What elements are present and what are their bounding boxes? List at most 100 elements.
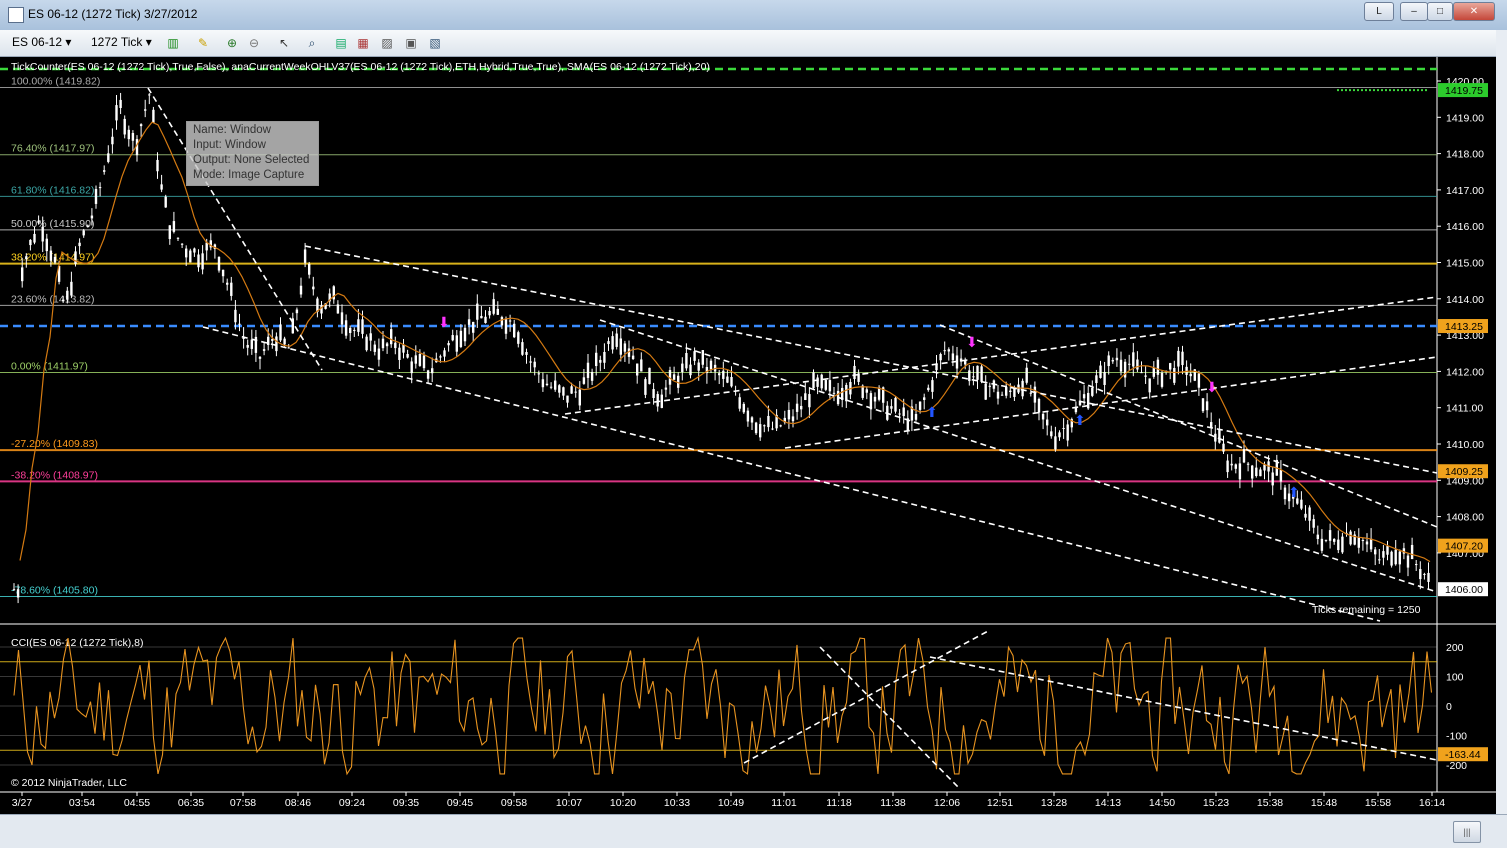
price-bar-body bbox=[45, 238, 48, 252]
fib-level-label: -27.20% (1409.83) bbox=[11, 438, 98, 450]
time-axis-label: 03:54 bbox=[69, 797, 95, 809]
price-bar-body bbox=[640, 359, 643, 372]
price-axis-label: 1411.00 bbox=[1446, 403, 1483, 415]
zoom-out-icon[interactable]: ⊖ bbox=[246, 35, 262, 51]
buy-signal-arrow: ⬆ bbox=[926, 404, 938, 420]
price-bar-body bbox=[570, 386, 573, 394]
time-axis-label: 12:51 bbox=[987, 797, 1013, 809]
price-bar-body bbox=[1263, 464, 1266, 471]
horizontal-scrollbar[interactable]: ||| bbox=[0, 814, 1507, 848]
time-axis-label: 14:50 bbox=[1149, 797, 1175, 809]
cursor-icon[interactable]: ↖ bbox=[276, 35, 292, 51]
price-bar-body bbox=[816, 377, 819, 387]
price-bar-body bbox=[299, 285, 303, 295]
price-bar-body bbox=[890, 406, 893, 409]
price-bar-body bbox=[685, 353, 688, 369]
price-bar-body bbox=[1386, 546, 1389, 555]
price-bar-body bbox=[513, 323, 516, 338]
tooltip-mode: Mode: Image Capture bbox=[193, 169, 305, 181]
price-axis-label: 1415.00 bbox=[1446, 258, 1484, 270]
price-bar-body bbox=[754, 422, 758, 434]
price-bar-body bbox=[86, 225, 89, 228]
fib-level-label: 0.00% (1411.97) bbox=[11, 360, 88, 372]
price-bar-body bbox=[107, 153, 110, 162]
price-bar-body bbox=[1099, 365, 1102, 378]
price-bar-body bbox=[615, 333, 618, 347]
price-bar-body bbox=[131, 132, 135, 141]
price-bar-body bbox=[74, 251, 77, 264]
price-bar-body bbox=[1324, 539, 1328, 541]
price-bar-body bbox=[681, 363, 684, 373]
indicators-icon[interactable]: ▤ bbox=[333, 35, 349, 51]
price-bar-body bbox=[923, 397, 926, 400]
price-bar-body bbox=[947, 349, 950, 352]
price-bar-body bbox=[303, 249, 307, 263]
price-bar-body bbox=[636, 363, 639, 376]
strategies-icon[interactable]: ▦ bbox=[355, 35, 371, 51]
close-button[interactable]: ✕ bbox=[1453, 2, 1495, 21]
chart-properties-icon[interactable]: ▨ bbox=[379, 35, 395, 51]
price-bar-body bbox=[180, 243, 184, 245]
price-bar-body bbox=[779, 425, 782, 427]
price-bar-body bbox=[164, 196, 167, 208]
link-button[interactable]: L bbox=[1364, 2, 1394, 21]
price-bar-body bbox=[914, 414, 918, 420]
magnifier-icon[interactable]: ⌕ bbox=[304, 35, 320, 51]
price-bar-body bbox=[234, 309, 237, 323]
fib-level-label: 23.60% (1413.82) bbox=[11, 293, 94, 305]
drawing-pencil-icon[interactable]: ✎ bbox=[195, 35, 211, 51]
price-bar-body bbox=[373, 344, 376, 352]
data-box-icon[interactable]: ▣ bbox=[403, 35, 419, 51]
price-bar-body bbox=[1201, 398, 1205, 412]
price-bar-body bbox=[472, 321, 475, 333]
price-bar-body bbox=[152, 109, 155, 123]
price-bar-body bbox=[771, 428, 774, 430]
price-bar-body bbox=[385, 343, 389, 347]
time-axis-label: 09:58 bbox=[501, 797, 527, 809]
price-bar-body bbox=[525, 352, 528, 355]
price-bar-body bbox=[1197, 373, 1201, 388]
price-bar-body bbox=[582, 377, 586, 384]
maximize-button[interactable]: □ bbox=[1427, 2, 1453, 21]
price-bar-body bbox=[1115, 357, 1119, 361]
chart-template-icon[interactable]: ▧ bbox=[427, 35, 443, 51]
price-bar-body bbox=[623, 343, 627, 352]
price-bar-body bbox=[1189, 373, 1192, 377]
scroll-thumb[interactable]: ||| bbox=[1453, 821, 1481, 843]
chart-toolbar: ES 06-12 ▾ 1272 Tick ▾ ▥ ✎ ⊕ ⊖ ↖ ⌕ ▤ ▦ ▨… bbox=[0, 30, 1507, 57]
bar-type-icon[interactable]: ▥ bbox=[165, 35, 181, 51]
price-bar-body bbox=[467, 319, 471, 325]
interval-label: 1272 Tick bbox=[91, 35, 143, 49]
price-bar-body bbox=[607, 341, 610, 345]
time-axis-label: 06:35 bbox=[178, 797, 204, 809]
time-axis-label: 09:24 bbox=[339, 797, 365, 809]
price-bar-body bbox=[644, 379, 647, 395]
price-bar-body bbox=[62, 299, 65, 302]
price-bar-body bbox=[148, 94, 151, 96]
interval-selector[interactable]: 1272 Tick ▾ bbox=[91, 35, 152, 49]
price-bar-body bbox=[217, 256, 221, 271]
instrument-selector[interactable]: ES 06-12 ▾ bbox=[12, 35, 71, 49]
time-axis-label: 14:13 bbox=[1095, 797, 1121, 809]
price-axis-label: 1412.00 bbox=[1446, 366, 1484, 378]
price-bar-body bbox=[795, 403, 799, 412]
time-axis-label: 10:20 bbox=[610, 797, 636, 809]
cci-axis-label: -100 bbox=[1446, 731, 1467, 743]
price-bar-body bbox=[574, 391, 577, 393]
trend-line bbox=[939, 324, 1438, 528]
price-bar-body bbox=[1062, 427, 1065, 429]
zoom-in-icon[interactable]: ⊕ bbox=[224, 35, 240, 51]
price-bar-body bbox=[1251, 465, 1254, 479]
time-axis-label: 09:45 bbox=[447, 797, 473, 809]
price-badge-label: 1419.75 bbox=[1445, 85, 1483, 97]
trend-line bbox=[202, 326, 1381, 622]
time-axis-label: 15:38 bbox=[1257, 797, 1283, 809]
price-axis-label: 1419.00 bbox=[1446, 112, 1484, 124]
price-bar-body bbox=[1283, 487, 1287, 500]
minimize-button[interactable]: – bbox=[1400, 2, 1428, 21]
price-bar-body bbox=[894, 397, 897, 412]
price-bar-body bbox=[426, 370, 430, 379]
price-bar-body bbox=[205, 242, 208, 251]
price-bar-body bbox=[1136, 359, 1139, 370]
price-axis-label: 1417.00 bbox=[1446, 185, 1484, 197]
